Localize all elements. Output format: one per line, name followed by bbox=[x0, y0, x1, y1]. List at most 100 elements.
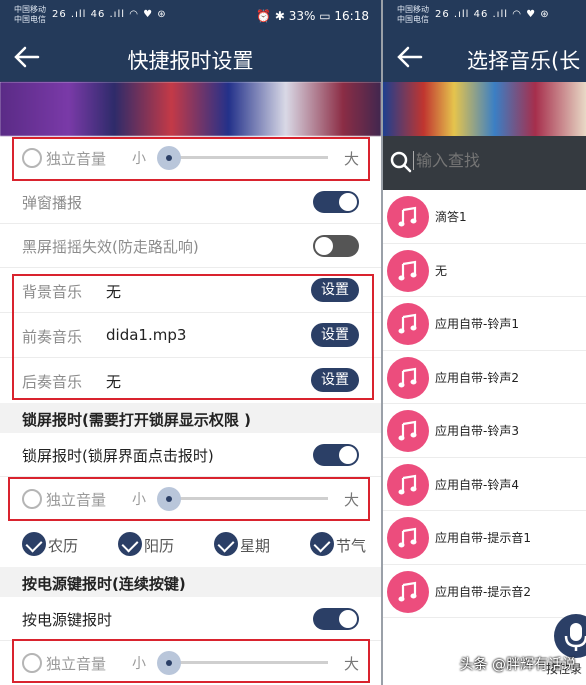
toggle-knob bbox=[315, 237, 333, 255]
independent-volume-radio[interactable] bbox=[22, 653, 42, 673]
popup-broadcast-row: 弹窗播报 bbox=[0, 180, 381, 224]
volume-slider-track[interactable] bbox=[160, 661, 328, 664]
lock-screen-section-header: 锁屏报时(需要打开锁屏显示权限 ) bbox=[0, 403, 381, 433]
check-icon bbox=[214, 532, 238, 556]
toggle-knob bbox=[339, 610, 357, 628]
title-bar: 选择音乐(长 bbox=[383, 34, 586, 82]
music-item[interactable]: 应用自带-提示音1 bbox=[383, 511, 586, 565]
checkbox-label: 农历 bbox=[48, 537, 79, 555]
music-item[interactable]: 应用自带-铃声3 bbox=[383, 404, 586, 458]
music-note-icon bbox=[387, 303, 429, 345]
volume-min-label: 小 bbox=[132, 656, 146, 672]
power-key-row: 按电源键报时 bbox=[0, 597, 381, 641]
power-key-section-header: 按电源键报时(连续按键) bbox=[0, 567, 381, 597]
music-note-icon bbox=[387, 410, 429, 452]
quick-time-settings-screen: 中国移动 中国电信 26 .ıll 46 .ıll ◠ ♥ ⊛ ⏰ ✱ 33% … bbox=[0, 0, 381, 685]
volume-max-label: 大 bbox=[344, 655, 360, 673]
music-note-icon bbox=[387, 196, 429, 238]
toggle-knob bbox=[339, 193, 357, 211]
carrier-1: 中国移动 bbox=[14, 5, 46, 14]
search-icon bbox=[390, 151, 412, 173]
search-input[interactable] bbox=[413, 151, 583, 170]
status-bar: 中国移动 中国电信 26 .ıll 46 .ıll ◠ ♥ ⊛ ⏰ ✱ 33% … bbox=[0, 0, 381, 34]
independent-volume-radio[interactable] bbox=[22, 489, 42, 509]
set-prelude-music-button[interactable]: 设置 bbox=[311, 323, 359, 347]
volume-label: 独立音量 bbox=[46, 655, 107, 673]
volume-label: 独立音量 bbox=[46, 150, 107, 168]
music-note-icon bbox=[387, 356, 429, 399]
music-item-name: 应用自带-铃声4 bbox=[435, 477, 519, 492]
volume-slider-thumb[interactable] bbox=[157, 651, 181, 675]
volume-row-3: 独立音量 小 大 bbox=[0, 641, 381, 685]
volume-max-label: 大 bbox=[344, 491, 360, 509]
music-item-name: 应用自带-提示音2 bbox=[435, 584, 531, 599]
music-item-name: 应用自带-铃声1 bbox=[435, 317, 519, 331]
volume-slider-track[interactable] bbox=[160, 156, 328, 159]
volume-row-1: 独立音量 小 大 bbox=[0, 136, 381, 180]
music-label: 前奏音乐 bbox=[22, 328, 83, 346]
page-title: 快捷报时设置 bbox=[127, 49, 254, 73]
lock-screen-toggle[interactable] bbox=[313, 444, 359, 466]
music-item[interactable]: 应用自带-铃声1 bbox=[383, 297, 586, 351]
signal-icons: 26 .ıll 46 .ıll ◠ ♥ ⊛ bbox=[52, 9, 167, 20]
status-right-info: ⏰ ✱ 33% ▭ 16:18 bbox=[256, 9, 369, 23]
signal-icons: 26 .ıll 46 .ıll ◠ ♥ ⊛ bbox=[435, 9, 550, 20]
checkbox-label: 阳历 bbox=[144, 537, 175, 555]
check-icon bbox=[22, 532, 46, 556]
music-note-icon bbox=[387, 517, 429, 559]
music-value: 无 bbox=[106, 283, 122, 301]
music-settings: 背景音乐 无 设置 前奏音乐 dida1.mp3 设置 后奏音乐 无 设置 bbox=[0, 268, 381, 403]
music-note-icon bbox=[387, 570, 429, 613]
page-title: 选择音乐(长 bbox=[467, 49, 581, 73]
status-bar: 中国移动 中国电信 26 .ıll 46 .ıll ◠ ♥ ⊛ bbox=[383, 0, 586, 34]
lock-screen-label: 锁屏报时(锁屏界面点击报时) bbox=[22, 447, 214, 465]
voice-input-button[interactable] bbox=[554, 614, 586, 658]
ad-banner[interactable] bbox=[383, 82, 586, 136]
volume-min-label: 小 bbox=[132, 151, 146, 167]
popup-broadcast-toggle[interactable] bbox=[313, 191, 359, 213]
power-key-label: 按电源键报时 bbox=[22, 611, 113, 629]
music-item[interactable]: 无 bbox=[383, 244, 586, 297]
search-bar bbox=[383, 136, 586, 190]
volume-slider-track[interactable] bbox=[160, 497, 328, 500]
music-label: 后奏音乐 bbox=[22, 373, 83, 391]
volume-row-2: 独立音量 小 大 bbox=[0, 477, 381, 521]
music-item-name: 应用自带-铃声2 bbox=[435, 370, 519, 385]
music-value: dida1.mp3 bbox=[106, 326, 187, 344]
independent-volume-radio[interactable] bbox=[22, 148, 42, 168]
set-postlude-music-button[interactable]: 设置 bbox=[311, 368, 359, 392]
music-label: 背景音乐 bbox=[22, 283, 83, 301]
checkbox-label: 星期 bbox=[240, 537, 271, 555]
check-icon bbox=[310, 532, 334, 556]
power-key-toggle[interactable] bbox=[313, 608, 359, 630]
blackscreen-shake-row: 黑屏摇摇失效(防走路乱响) bbox=[0, 224, 381, 268]
background-music-row: 背景音乐 无 设置 bbox=[0, 268, 381, 313]
checkbox-label: 节气 bbox=[336, 537, 367, 555]
volume-slider-thumb[interactable] bbox=[157, 487, 181, 511]
back-arrow-icon[interactable] bbox=[395, 42, 425, 72]
microphone-icon bbox=[564, 623, 586, 651]
volume-slider-thumb[interactable] bbox=[157, 146, 181, 170]
music-list: 滴答1 无 应用自带-铃声1 应用自带-铃声2 应用自带-铃声3 应用自带-铃声… bbox=[383, 190, 586, 618]
music-value: 无 bbox=[106, 373, 122, 391]
title-bar: 快捷报时设置 bbox=[0, 34, 381, 82]
music-note-icon bbox=[387, 463, 429, 506]
volume-label: 独立音量 bbox=[46, 491, 107, 509]
popup-broadcast-label: 弹窗播报 bbox=[22, 194, 83, 212]
music-item[interactable]: 应用自带-提示音2 bbox=[383, 565, 586, 618]
music-item-name: 应用自带-铃声3 bbox=[435, 424, 519, 438]
music-item-name: 滴答1 bbox=[435, 210, 467, 224]
postlude-music-row: 后奏音乐 无 设置 bbox=[0, 358, 381, 403]
music-note-icon bbox=[387, 249, 429, 292]
prelude-music-row: 前奏音乐 dida1.mp3 设置 bbox=[0, 313, 381, 358]
blackscreen-shake-toggle[interactable] bbox=[313, 235, 359, 257]
watermark: 头条 @胖辉有话说 bbox=[459, 657, 576, 673]
blackscreen-shake-label: 黑屏摇摇失效(防走路乱响) bbox=[22, 238, 199, 256]
set-background-music-button[interactable]: 设置 bbox=[311, 278, 359, 302]
volume-max-label: 大 bbox=[344, 150, 360, 168]
music-item[interactable]: 应用自带-铃声2 bbox=[383, 351, 586, 404]
music-item[interactable]: 应用自带-铃声4 bbox=[383, 458, 586, 511]
ad-banner[interactable] bbox=[0, 82, 381, 136]
check-icon bbox=[118, 532, 142, 556]
music-item[interactable]: 滴答1 bbox=[383, 190, 586, 244]
